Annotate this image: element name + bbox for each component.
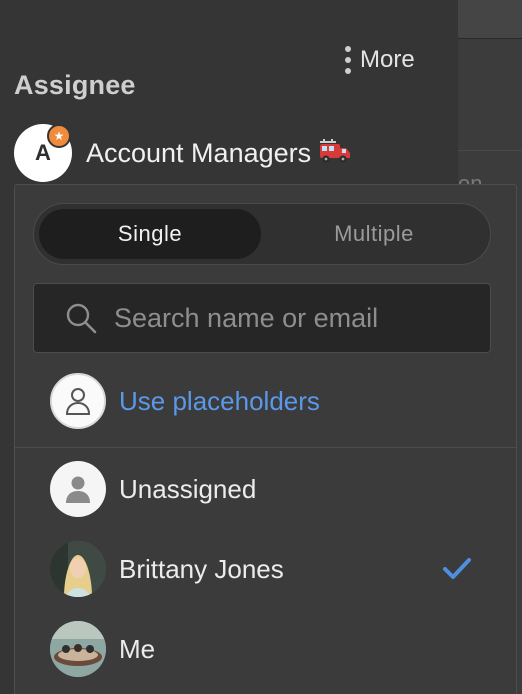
more-button[interactable]: More xyxy=(344,44,415,76)
option-label: Unassigned xyxy=(119,473,257,504)
person-silhouette-icon xyxy=(50,461,106,517)
background-header xyxy=(458,0,522,39)
assignee-dropdown: Single Multiple Use placeholders xyxy=(14,184,517,694)
list-item-brittany-jones[interactable]: Brittany Jones xyxy=(50,541,284,597)
selection-mode-toggle: Single Multiple xyxy=(33,203,491,265)
check-icon xyxy=(443,558,471,579)
divider xyxy=(15,447,516,448)
avatar xyxy=(50,621,106,677)
option-label: Me xyxy=(119,633,156,664)
avatar-initial: A xyxy=(35,140,51,165)
avatar xyxy=(50,541,106,597)
multiple-mode-option[interactable]: Multiple xyxy=(263,209,485,259)
assignee-heading: Assignee xyxy=(14,70,136,100)
fire-truck-icon xyxy=(320,138,351,162)
person-outline-icon xyxy=(50,373,106,429)
list-item-me[interactable]: Me xyxy=(50,621,155,677)
star-icon: ★ xyxy=(47,124,71,148)
use-placeholders-label: Use placeholders xyxy=(119,385,320,416)
list-item-unassigned[interactable]: Unassigned xyxy=(50,461,256,517)
search-box xyxy=(33,283,491,353)
current-assignee-name-text: Account Managers xyxy=(86,137,312,168)
current-assignee-button[interactable]: A ★ Account Managers xyxy=(14,124,351,182)
kebab-icon xyxy=(344,44,352,76)
search-input[interactable] xyxy=(112,301,490,335)
current-assignee-name: Account Managers xyxy=(86,138,351,169)
more-label: More xyxy=(360,46,415,73)
use-placeholders-option[interactable]: Use placeholders xyxy=(50,373,320,429)
option-label: Brittany Jones xyxy=(119,553,284,584)
search-icon xyxy=(66,303,97,334)
background-divider xyxy=(458,150,522,151)
single-mode-option[interactable]: Single xyxy=(39,209,261,259)
avatar: A ★ xyxy=(14,124,72,182)
app-window: on More Assignee A ★ Account Managers xyxy=(0,0,522,694)
